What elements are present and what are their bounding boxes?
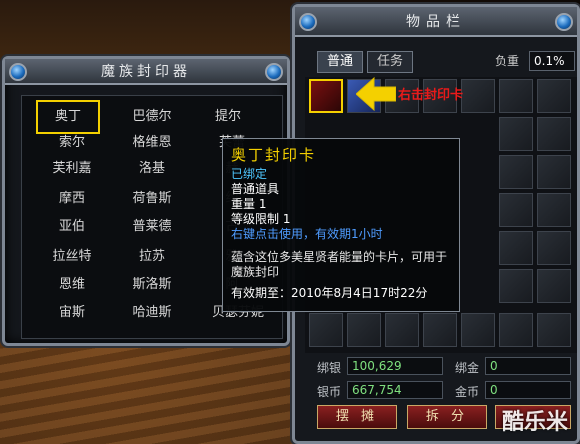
- tooltip-description: 蕴含这位多美星贤者能量的卡片，可用于魔族封印: [231, 250, 448, 279]
- tooltip-level: 等级限制 1: [231, 212, 291, 226]
- inventory-slot[interactable]: [537, 313, 571, 347]
- seal-cell[interactable]: 亚伯: [40, 214, 104, 240]
- seal-card-item[interactable]: [309, 79, 343, 113]
- weight-value: 0.1%: [529, 51, 575, 71]
- inventory-slot[interactable]: [499, 193, 533, 227]
- orb-icon: [9, 63, 27, 81]
- inventory-slot[interactable]: [537, 155, 571, 189]
- tooltip-usage: 右键点击使用，有效期1小时: [231, 227, 383, 241]
- inventory-slot[interactable]: [385, 313, 419, 347]
- seal-cell[interactable]: 宙斯: [40, 300, 104, 326]
- seal-cell[interactable]: 恩维: [40, 272, 104, 298]
- seal-cell[interactable]: 芙利嘉: [40, 156, 104, 182]
- inventory-slot[interactable]: [537, 79, 571, 113]
- close-orb-icon[interactable]: [555, 13, 573, 31]
- tooltip-weight: 重量 1: [231, 197, 267, 211]
- seal-cell[interactable]: 索尔: [40, 130, 104, 156]
- arrow-icon: [356, 76, 396, 112]
- silver-value: 667,754: [347, 381, 443, 399]
- inventory-slot[interactable]: [499, 79, 533, 113]
- inventory-slot[interactable]: [499, 313, 533, 347]
- seal-cell[interactable]: 普莱德: [120, 214, 184, 240]
- inventory-slot[interactable]: [537, 231, 571, 265]
- tooltip-bound: 已绑定: [231, 167, 268, 181]
- seal-cell[interactable]: 哈迪斯: [120, 300, 184, 326]
- bound-silver-label: 绑银: [317, 361, 342, 375]
- seal-cell-odin[interactable]: 奥丁: [36, 100, 100, 134]
- orb-icon: [299, 13, 317, 31]
- tooltip-type: 普通道具: [231, 182, 280, 196]
- inventory-slot[interactable]: [461, 79, 495, 113]
- item-tooltip: 奥丁封印卡 已绑定 普通道具 重量 1 等级限制 1 右键点击使用，有效期1小时…: [222, 138, 460, 312]
- inventory-slot[interactable]: [499, 231, 533, 265]
- inventory-slot[interactable]: [537, 193, 571, 227]
- background-wall: [0, 0, 300, 60]
- close-orb-icon[interactable]: [265, 63, 283, 81]
- inventory-slot[interactable]: [499, 269, 533, 303]
- gold-value: 0: [485, 381, 571, 399]
- inventory-slot[interactable]: [499, 155, 533, 189]
- bound-gold-label: 绑金: [455, 361, 480, 375]
- bound-gold-value: 0: [485, 357, 571, 375]
- stall-button[interactable]: 摆 摊: [317, 405, 397, 429]
- seal-panel-title: 魔族封印器: [5, 59, 287, 85]
- seal-cell[interactable]: 洛基: [120, 156, 184, 182]
- inventory-title: 物品栏: [295, 7, 577, 37]
- inventory-slot[interactable]: [423, 313, 457, 347]
- inventory-slot[interactable]: [537, 117, 571, 151]
- seal-cell[interactable]: 斯洛斯: [120, 272, 184, 298]
- seal-cell[interactable]: 拉苏: [120, 244, 184, 270]
- seal-cell[interactable]: 摩西: [40, 186, 104, 212]
- seal-cell[interactable]: 提尔: [196, 104, 260, 130]
- seal-cell[interactable]: 拉丝特: [40, 244, 104, 270]
- tooltip-title: 奥丁封印卡: [231, 146, 317, 164]
- tab-normal[interactable]: 普通: [317, 51, 363, 73]
- seal-cell[interactable]: 荷鲁斯: [120, 186, 184, 212]
- gold-label: 金币: [455, 385, 480, 399]
- tab-quest[interactable]: 任务: [367, 51, 413, 73]
- inventory-slot[interactable]: [309, 313, 343, 347]
- split-button[interactable]: 拆 分: [407, 405, 487, 429]
- inventory-slot[interactable]: [347, 313, 381, 347]
- annotation-text: 右击封印卡: [398, 88, 464, 103]
- bound-silver-value: 100,629: [347, 357, 443, 375]
- watermark: 酷乐米: [502, 410, 569, 435]
- seal-cell[interactable]: 巴德尔: [120, 104, 184, 130]
- inventory-slot[interactable]: [499, 117, 533, 151]
- inventory-slot[interactable]: [461, 313, 495, 347]
- seal-cell[interactable]: 格维恩: [120, 130, 184, 156]
- tooltip-expiry: 有效期至：2010年8月4日17时22分: [231, 286, 428, 300]
- silver-label: 银币: [317, 385, 342, 399]
- inventory-slot[interactable]: [537, 269, 571, 303]
- weight-label: 负重: [495, 54, 520, 68]
